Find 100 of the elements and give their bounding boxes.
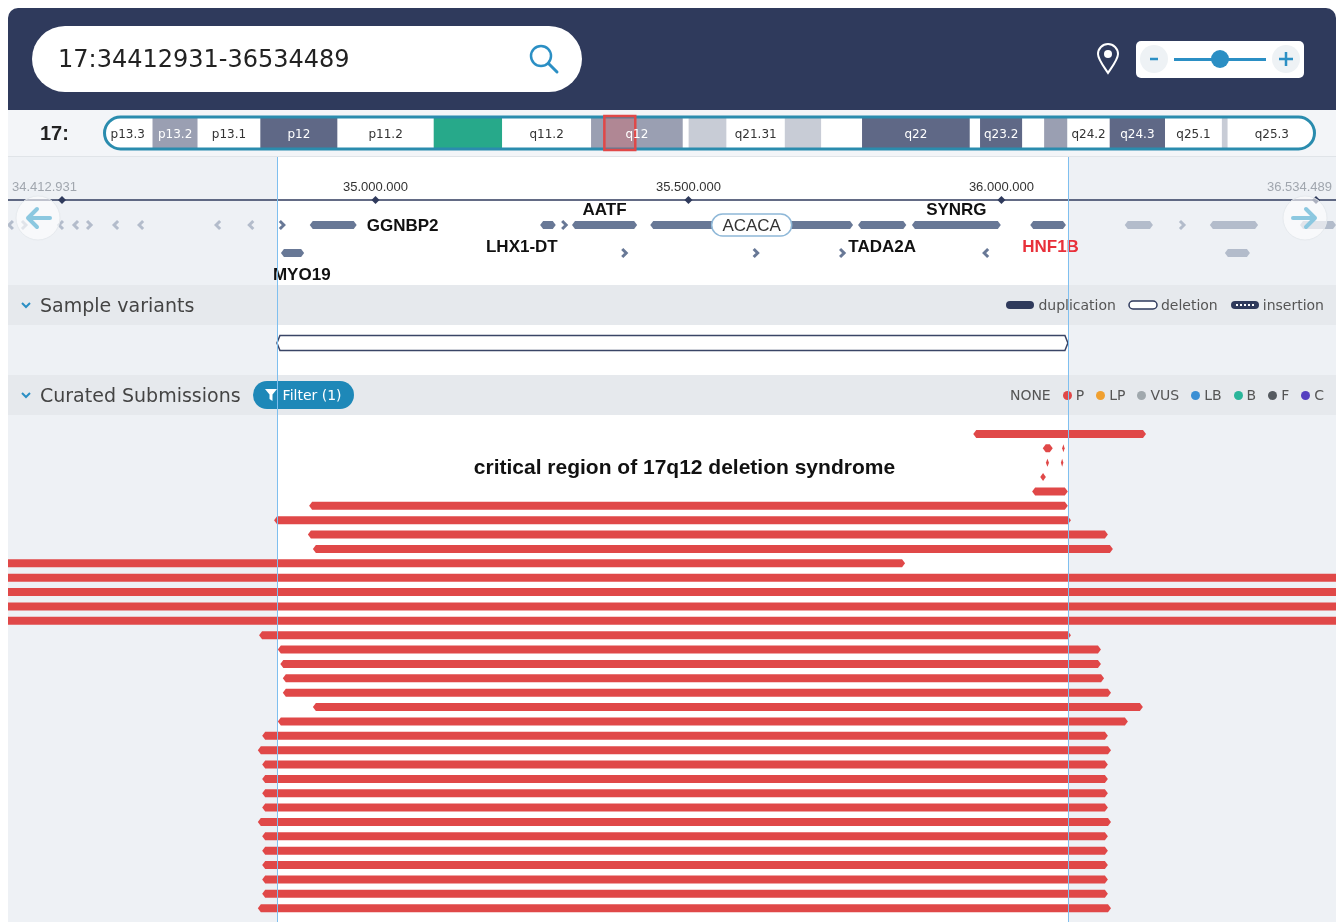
gene-strand-icon[interactable] [982,247,990,259]
band-label: q24.3 [1120,127,1155,141]
chromosome-band[interactable] [197,117,261,149]
legend-swatch-icon [1005,300,1036,310]
legend-label[interactable]: B [1246,387,1257,403]
chromosome-label: 17: [39,121,70,145]
submission-bar[interactable] [973,430,1147,438]
gene-strand-icon[interactable] [839,247,847,259]
chromosome-band[interactable] [1109,117,1166,149]
band-label: p13.2 [157,127,193,141]
section-title: Curated Submissions [40,384,241,406]
submission-bar[interactable] [262,731,1108,740]
gene-strand-icon[interactable] [621,247,629,259]
gene-strand-icon[interactable] [561,219,569,231]
submission-bar[interactable] [312,703,1143,712]
band-label: p12 [287,127,311,141]
submission-bar[interactable] [312,544,1113,553]
band-label: q11.2 [529,127,564,141]
submission-bar[interactable] [262,789,1108,798]
submission-bar[interactable] [8,559,906,568]
band-label: q25.1 [1176,127,1211,141]
tick-label: 36.000.000 [968,179,1034,194]
band-label: q24.2 [1071,127,1106,141]
gene-name[interactable]: MYO19 [272,265,331,284]
chromosome-band[interactable] [821,117,863,149]
submission-bar[interactable] [277,645,1101,654]
submission-bar[interactable] [262,875,1108,884]
chromosome-band[interactable] [726,117,785,149]
chromosome-band[interactable] [1165,117,1222,149]
band-label: p13.1 [211,127,247,141]
legend-swatch-icon [1127,300,1158,310]
submission-bar[interactable] [282,688,1111,697]
submission-bar[interactable] [8,602,1336,611]
filter-button[interactable]: Filter (1) [252,381,354,409]
legend-label: insertion [1262,297,1324,313]
band-label: q21.31 [734,127,777,141]
submission-bar[interactable] [1032,487,1068,496]
gene-name[interactable]: LHX1-DT [485,237,558,256]
legend-label[interactable]: LB [1204,387,1222,403]
submission-bar[interactable] [309,501,1068,510]
submission-bar[interactable] [262,774,1108,783]
gene-name[interactable]: TADA2A [848,237,917,256]
annotation-text: critical region of 17q12 deletion syndrome [473,455,896,479]
legend-swatch-icon [1229,300,1260,310]
section-title: Sample variants [40,294,195,316]
chromosome-band[interactable] [969,117,981,149]
submission-bar[interactable] [8,573,1336,582]
submission-bar[interactable] [280,659,1101,668]
submission-bar[interactable] [1045,458,1049,467]
section-header[interactable]: Curated Submissions Filter (1) NONE P LP VUS LB B F C [8,375,1336,415]
range-end-label: 36.534.489 [1266,179,1332,194]
submission-bar[interactable] [8,616,1336,625]
submission-bar[interactable] [274,516,1071,525]
legend-label[interactable]: C [1314,387,1324,403]
legend-label[interactable]: LP [1109,387,1126,403]
submission-bar[interactable] [259,631,1071,640]
chromosome-band[interactable] [1067,117,1110,149]
submission-bar[interactable] [262,846,1108,855]
search-field[interactable]: 17:34412931-36534489 [32,26,582,92]
band-label: q23.2 [984,127,1019,141]
gene-strand-icon[interactable] [752,247,760,259]
submission-bar[interactable] [277,717,1128,726]
submission-bar[interactable] [1060,458,1064,467]
legend-label[interactable]: P [1075,387,1085,403]
gene-strand-icon[interactable] [56,219,65,231]
submission-bar[interactable] [262,760,1108,769]
submission-bar[interactable] [307,530,1108,539]
search-icon[interactable] [528,43,560,75]
submission-bar[interactable] [8,588,1336,597]
zoom-in-button[interactable] [1272,45,1300,73]
chevron-icon[interactable] [20,391,32,399]
legend-label[interactable]: NONE [1009,387,1051,403]
zoom-slider[interactable] [1174,49,1266,69]
submission-bar[interactable] [282,674,1105,683]
gene-name[interactable]: ACACA [722,216,781,235]
submission-bar[interactable] [262,832,1108,841]
submission-bar[interactable] [257,904,1111,913]
tick-label: 35.000.000 [342,179,408,194]
gene-strand-icon[interactable] [278,219,286,231]
zoom-out-button[interactable] [1140,45,1168,73]
submission-bar[interactable] [257,746,1111,755]
submission-bar[interactable] [1062,444,1065,453]
submission-bar[interactable] [262,861,1108,870]
gene-name[interactable]: GGNBP2 [366,216,439,235]
submission-bar[interactable] [1040,473,1046,482]
submission-bar[interactable] [262,803,1108,812]
submission-bar[interactable] [1042,444,1053,453]
slider-thumb[interactable] [1211,50,1229,68]
chromosome-band[interactable] [980,117,1023,149]
legend-label[interactable]: F [1281,387,1290,403]
chevron-icon[interactable] [20,301,32,309]
deletion-bar[interactable] [276,334,1069,352]
submission-bar[interactable] [262,889,1108,898]
gene-name[interactable]: SYNRG [926,200,987,219]
gene-name[interactable]: AATF [582,200,627,219]
legend-label[interactable]: VUS [1150,387,1180,403]
plus-icon [1277,50,1295,68]
band-label: p13.3 [110,127,145,141]
location-pin-icon[interactable] [1096,43,1120,75]
range-start-label: 34.412.931 [12,179,78,194]
